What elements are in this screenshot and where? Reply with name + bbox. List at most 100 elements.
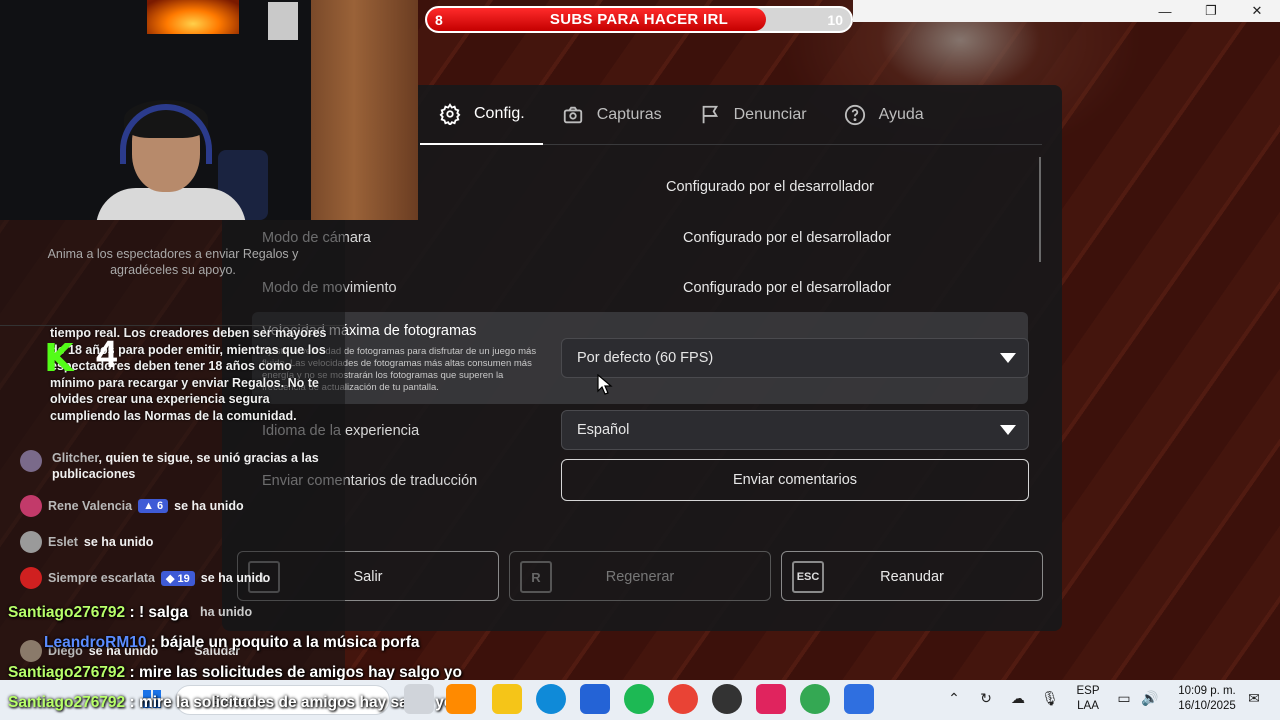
chrome-profile-icon[interactable] [800, 684, 830, 714]
menu-tabs: Config. Capturas Denunciar Ayuda [420, 85, 1042, 145]
max-fps-setting: Velocidad máxima de fotogramas Ajusta la… [252, 312, 1029, 404]
setting-row0-value: Configurado por el desarrollador [666, 179, 874, 195]
flag-icon [698, 103, 722, 127]
reset-button[interactable]: R Regenerar [509, 551, 771, 601]
sync-icon[interactable]: ↻ [976, 688, 996, 708]
overlay-chat-text: : mire las solicitudes de amigos hay sal… [125, 664, 462, 681]
cam-wall-frame [268, 2, 298, 40]
chat-username[interactable]: Siempre escarlata [48, 571, 155, 585]
camera-mode-value: Configurado por el desarrollador [683, 230, 891, 246]
overlay-chat-username: Santiago276792 [8, 694, 126, 711]
chat-event-text: se ha unido [200, 571, 271, 585]
chat-username[interactable]: Eslet [48, 535, 78, 549]
streamer [92, 100, 252, 220]
language-code: ESP [1076, 685, 1100, 697]
tab-help[interactable]: Ayuda [825, 85, 942, 145]
tab-captures[interactable]: Capturas [543, 85, 680, 145]
overlay-chat-username: Santiago276792 [8, 604, 126, 621]
obs-icon[interactable] [712, 684, 742, 714]
tab-report-label: Denunciar [733, 106, 807, 123]
overlay-chat-text: : ! salga [125, 604, 189, 621]
chat-event: ha unido [200, 605, 252, 619]
clock-time: 10:09 p. m. [1178, 685, 1236, 697]
resume-button[interactable]: ESC Reanudar [781, 551, 1043, 601]
language-indicator[interactable]: ESP LAA [1074, 684, 1102, 714]
chevron-up-icon[interactable]: ⌃ [944, 688, 964, 708]
overlay-chat-line: Santiago276792 : mire la solicitudes de … [8, 694, 453, 712]
overlay-chat-line: Santiago276792 : ! salga [8, 604, 188, 622]
chrome-icon[interactable] [668, 684, 698, 714]
clock[interactable]: 10:09 p. m. 16/10/2025 [1172, 684, 1242, 714]
language-selected: Español [577, 422, 630, 438]
edge-icon[interactable] [536, 684, 566, 714]
chat-event: Eslet se ha unido [20, 531, 153, 553]
max-fps-dropdown[interactable]: Por defecto (60 FPS) [561, 338, 1029, 378]
user-level-badge: ◆ 19 [161, 570, 195, 586]
cam-fireplace [147, 0, 239, 34]
avatar [20, 640, 42, 662]
task-view-icon[interactable] [404, 684, 434, 714]
widgets-icon[interactable] [446, 684, 476, 714]
microphone-icon[interactable]: 🎙 [1040, 688, 1060, 708]
avatar [20, 567, 42, 589]
close-button[interactable]: ✕ [1234, 0, 1280, 22]
cloud-icon[interactable]: ☁ [1008, 688, 1028, 708]
file-explorer-icon[interactable] [492, 684, 522, 714]
settings-scrollbar[interactable] [1039, 157, 1041, 262]
overlay-chat-line: LeandroRM10 : bájale un poquito a la mús… [44, 634, 420, 652]
chat-event-text: ha unido [200, 605, 253, 619]
subs-goal-current: 8 [435, 12, 443, 28]
overlay-chat-text: : bájale un poquito a la música porfa [146, 634, 420, 651]
notifications-icon[interactable]: ✉ [1244, 688, 1264, 708]
tab-help-label: Ayuda [878, 106, 924, 123]
overlay-chat-username: LeandroRM10 [44, 634, 147, 651]
roblox-icon[interactable] [844, 684, 874, 714]
resume-label: Reanudar [880, 569, 944, 585]
avatar [20, 531, 42, 553]
movement-mode-value: Configurado por el desarrollador [683, 280, 891, 296]
tab-captures-label: Capturas [596, 106, 662, 123]
subs-goal-bar: SUBS PARA HACER IRL 8 10 [425, 6, 853, 33]
subs-goal-target: 10 [827, 12, 843, 28]
chat-event-text: se ha unido [83, 535, 154, 549]
clock-date: 16/10/2025 [1178, 700, 1236, 712]
overlay-chat-username: Santiago276792 [8, 664, 126, 681]
avatar [20, 450, 42, 472]
kick-count: 4 [96, 334, 118, 376]
chat-username[interactable]: Glitcher [52, 451, 99, 465]
max-fps-selected: Por defecto (60 FPS) [577, 350, 714, 366]
chevron-down-icon [1000, 425, 1016, 435]
user-level-badge: ▲ 6 [138, 499, 169, 513]
chat-event: Rene Valencia ▲ 6 se ha unido [20, 495, 244, 517]
chat-rules-message: tiempo real. Los creadores deben ser may… [50, 326, 327, 423]
gear-icon [438, 102, 462, 126]
store-icon[interactable] [580, 684, 610, 714]
chat-event: Glitcher, quien te sigue, se unió gracia… [20, 450, 320, 482]
avatar [20, 495, 42, 517]
subs-goal-label: SUBS PARA HACER IRL [549, 11, 729, 28]
tiktok-icon[interactable] [756, 684, 786, 714]
reset-label: Regenerar [605, 569, 675, 585]
cam-door [311, 0, 418, 220]
volume-icon[interactable]: 🔊 [1140, 688, 1160, 708]
network-icon[interactable]: ▭ [1114, 688, 1134, 708]
chat-event-text: se ha unido [174, 499, 244, 513]
chevron-down-icon [1000, 353, 1016, 363]
spotify-icon[interactable] [624, 684, 654, 714]
chat-username[interactable]: Rene Valencia [48, 499, 132, 513]
tab-report[interactable]: Denunciar [680, 85, 825, 145]
help-icon [843, 103, 867, 127]
chat-event: Siempre escarlata ◆ 19 se ha unido [20, 567, 270, 589]
chat-gift-hint: Anima a los espectadores a enviar Regalo… [47, 247, 299, 277]
restore-button[interactable]: ❐ [1188, 0, 1234, 22]
keyboard-layout: LAA [1077, 700, 1099, 712]
window-controls: — ❐ ✕ [853, 0, 1280, 22]
send-feedback-button[interactable]: Enviar comentarios [561, 459, 1029, 501]
kick-logo: K [44, 336, 74, 380]
language-dropdown[interactable]: Español [561, 410, 1029, 450]
tab-config-label: Config. [474, 105, 525, 122]
webcam-overlay [0, 0, 418, 220]
minimize-button[interactable]: — [1142, 0, 1188, 22]
tab-config[interactable]: Config. [420, 85, 543, 145]
camera-icon [561, 103, 585, 127]
